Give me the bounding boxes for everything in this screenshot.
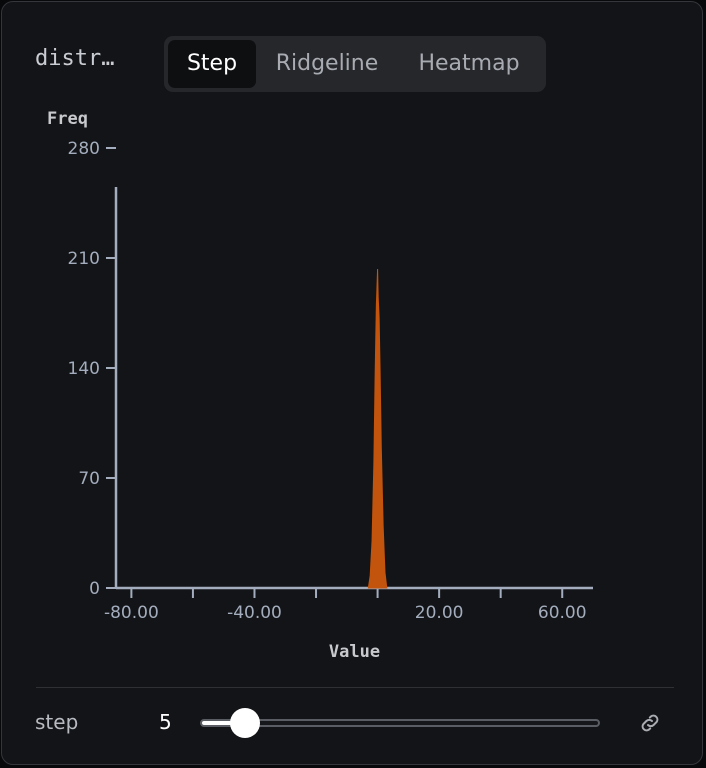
distribution-card: distr… Step Ridgeline Heatmap 0 70 140 210 2… (1, 1, 703, 765)
link-icon[interactable] (638, 711, 662, 735)
y-tick-label: 70 (78, 469, 100, 489)
y-tick-label: 140 (68, 359, 100, 379)
chart-labels: 0 70 140 210 280 -80.00 -40.00 20.00 60.00 Freq Va… (47, 109, 587, 662)
step-label: step (35, 710, 79, 734)
x-tick-label: -40.00 (227, 603, 282, 623)
chart-axes (106, 147, 593, 598)
histogram-chart: 0 70 140 210 280 -80.00 -40.00 20.00 60.00 Freq Va… (47, 109, 593, 662)
divider (36, 687, 674, 688)
step-value: 5 (159, 710, 172, 734)
y-tick-label: 210 (68, 249, 100, 269)
x-tick-label: 20.00 (415, 603, 464, 623)
y-axis-title: Freq (47, 109, 88, 129)
x-axis-title: Value (329, 642, 380, 662)
step-slider-thumb[interactable] (230, 708, 261, 738)
chart-marks (367, 268, 388, 589)
y-tick-label: 0 (89, 579, 100, 599)
x-tick-label: 60.00 (538, 603, 587, 623)
x-tick-label: -80.00 (104, 603, 159, 623)
distribution-area (367, 268, 388, 589)
y-tick-label: 280 (68, 139, 100, 159)
